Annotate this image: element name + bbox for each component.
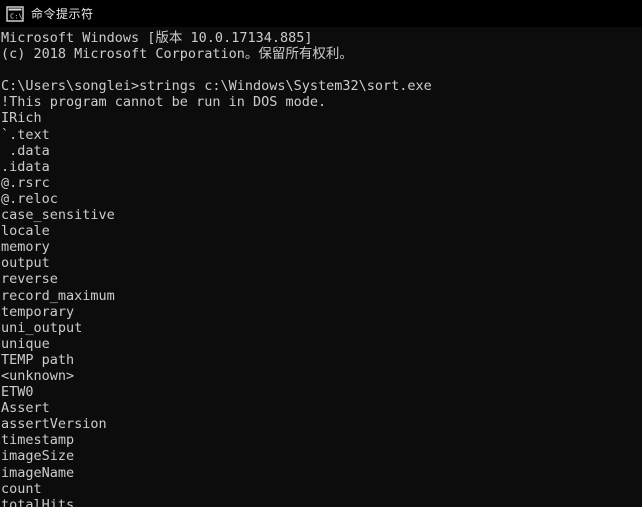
console-line: imageSize	[1, 448, 75, 465]
console-line: <unknown>	[1, 367, 75, 384]
console-cmd-icon: C:\	[6, 5, 24, 22]
console-line: count	[1, 480, 42, 497]
console-line: Assert	[1, 400, 50, 417]
command-prompt-window: C:\ 命令提示符 Microsoft Windows [版本 10.0.171…	[0, 0, 642, 507]
console-line: (c) 2018 Microsoft Corporation。保留所有权利。	[1, 46, 353, 63]
console-line: @.rsrc	[1, 174, 50, 191]
console-line: case_sensitive	[1, 207, 115, 224]
console-line: .data	[1, 142, 50, 159]
console-line: ETW0	[1, 384, 34, 401]
console-line: Microsoft Windows [版本 10.0.17134.885]	[1, 30, 313, 46]
console-line: reverse	[1, 271, 58, 288]
console-line: output	[1, 255, 50, 272]
console-line: TEMP path	[1, 351, 75, 368]
console-line: !This program cannot be run in DOS mode.	[1, 94, 327, 111]
console-line: IRich	[1, 110, 42, 127]
svg-text:C:\: C:\	[10, 12, 23, 20]
console-line: totalHits	[1, 496, 75, 507]
console-line: uni_output	[1, 319, 83, 336]
console-line: record_maximum	[1, 287, 115, 304]
console-line: C:\Users\songlei>strings c:\Windows\Syst…	[1, 78, 432, 95]
console-line: assertVersion	[1, 416, 107, 433]
console-line: memory	[1, 239, 50, 256]
window-title-label: 命令提示符	[31, 6, 94, 21]
console-line: locale	[1, 223, 50, 240]
console-line: .idata	[1, 158, 50, 175]
console-output-area[interactable]: Microsoft Windows [版本 10.0.17134.885] (c)…	[0, 27, 642, 507]
console-line: temporary	[1, 303, 75, 320]
console-line: `.text	[1, 126, 50, 143]
console-line: unique	[1, 335, 50, 352]
console-line: @.reloc	[1, 190, 58, 207]
window-titlebar[interactable]: C:\ 命令提示符	[0, 0, 642, 27]
console-line: imageName	[1, 464, 75, 481]
console-line: timestamp	[1, 432, 75, 449]
